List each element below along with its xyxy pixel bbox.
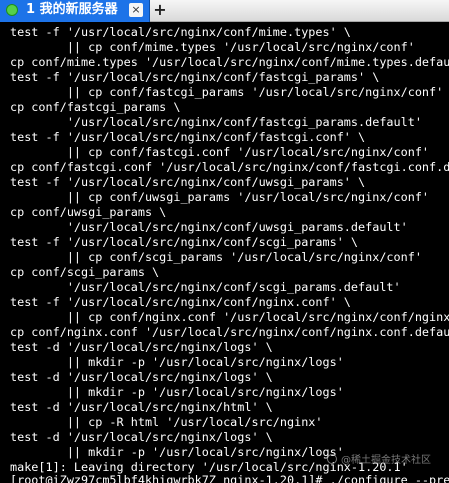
- new-tab-icon[interactable]: +: [152, 2, 168, 18]
- terminal-line: test -d '/usr/local/src/nginx/logs' \: [10, 370, 273, 384]
- terminal-line: || cp conf/scgi_params '/usr/local/src/n…: [10, 250, 422, 264]
- terminal-line: test -f '/usr/local/src/nginx/conf/uwsgi…: [10, 175, 366, 189]
- terminal-line: '/usr/local/src/nginx/conf/fastcgi_param…: [10, 115, 422, 129]
- session-tab-label: 1 我的新服务器: [26, 2, 118, 17]
- terminal-line: cp conf/uwsgi_params \: [10, 205, 167, 219]
- terminal-line: '/usr/local/src/nginx/conf/uwsgi_params.…: [10, 220, 408, 234]
- terminal-line: || cp conf/mime.types '/usr/local/src/ng…: [10, 40, 415, 54]
- watermark-logo-icon: [327, 454, 337, 464]
- terminal-prompt-line: [root@iZwz97cm5lbf4khiqwrbk7Z nginx-1.20…: [10, 473, 449, 483]
- terminal-line: test -f '/usr/local/src/nginx/conf/fastc…: [10, 70, 380, 84]
- terminal-line: test -f '/usr/local/src/nginx/conf/mime.…: [10, 25, 351, 39]
- terminal-line: || cp conf/fastcgi.conf '/usr/local/src/…: [10, 145, 430, 159]
- session-tab-bar: 1 我的新服务器 × +: [0, 0, 449, 22]
- terminal-app-window: 1 我的新服务器 × + test -f '/usr/local/src/ngi…: [0, 0, 449, 483]
- terminal-line: || cp conf/uwsgi_params '/usr/local/src/…: [10, 190, 430, 204]
- terminal-line: cp conf/fastcgi.conf '/usr/local/src/ngi…: [10, 160, 449, 174]
- terminal-line: test -d '/usr/local/src/nginx/html' \: [10, 400, 273, 414]
- terminal-line: || mkdir -p '/usr/local/src/nginx/logs': [10, 445, 344, 459]
- terminal-line: || cp conf/nginx.conf '/usr/local/src/ng…: [10, 310, 449, 324]
- terminal-line: || cp -R html '/usr/local/src/nginx': [10, 415, 323, 429]
- terminal-line: test -f '/usr/local/src/nginx/conf/fastc…: [10, 130, 366, 144]
- terminal-line: test -d '/usr/local/src/nginx/logs' \: [10, 340, 273, 354]
- watermark: @稀土掘金技术社区: [327, 454, 431, 467]
- watermark-text: @稀土掘金技术社区: [341, 455, 431, 466]
- connection-status-icon: [6, 4, 18, 16]
- terminal-line: cp conf/mime.types '/usr/local/src/nginx…: [10, 55, 449, 69]
- terminal-line: cp conf/nginx.conf '/usr/local/src/nginx…: [10, 325, 449, 339]
- terminal-line: cp conf/scgi_params \: [10, 265, 160, 279]
- terminal-line: || mkdir -p '/usr/local/src/nginx/logs': [10, 355, 344, 369]
- terminal-line: test -f '/usr/local/src/nginx/conf/nginx…: [10, 295, 351, 309]
- terminal-output[interactable]: test -f '/usr/local/src/nginx/conf/mime.…: [0, 22, 449, 483]
- terminal-line: '/usr/local/src/nginx/conf/scgi_params.d…: [10, 280, 401, 294]
- terminal-line: test -f '/usr/local/src/nginx/conf/scgi_…: [10, 235, 359, 249]
- close-icon[interactable]: ×: [129, 3, 143, 17]
- terminal-line: cp conf/fastcgi_params \: [10, 100, 181, 114]
- terminal-line: test -d '/usr/local/src/nginx/logs' \: [10, 430, 273, 444]
- terminal-line: || mkdir -p '/usr/local/src/nginx/logs': [10, 385, 344, 399]
- terminal-line: || cp conf/fastcgi_params '/usr/local/sr…: [10, 85, 444, 99]
- session-tab-active[interactable]: 1 我的新服务器 ×: [0, 0, 150, 22]
